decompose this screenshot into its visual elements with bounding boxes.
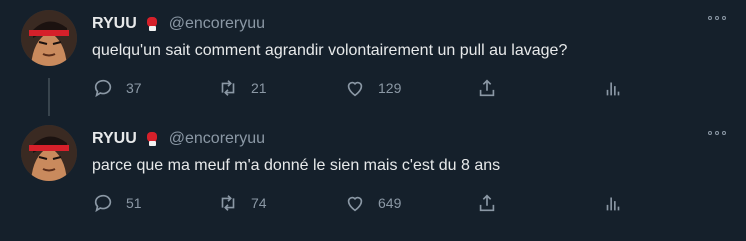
retweet-count: 74 [251, 195, 267, 211]
share-button[interactable] [476, 191, 498, 215]
tweet-actions: 51 74 649 [92, 191, 632, 215]
retweet-count: 21 [251, 80, 267, 96]
stats-button[interactable] [602, 76, 624, 100]
avatar[interactable] [21, 10, 77, 66]
retweet-icon [221, 195, 235, 211]
like-count: 649 [378, 195, 402, 211]
reply-icon [94, 194, 112, 213]
share-icon [479, 194, 495, 212]
like-button[interactable]: 649 [344, 191, 401, 215]
like-count: 129 [378, 80, 402, 96]
retweet-button[interactable]: 21 [217, 76, 267, 100]
tweet-actions: 37 21 129 [92, 76, 632, 100]
boxing-glove-icon [146, 132, 157, 146]
reply-count: 51 [126, 195, 142, 211]
share-icon [479, 79, 495, 97]
tweet-text: quelqu'un sait comment agrandir volontai… [92, 42, 568, 59]
stats-button[interactable] [602, 191, 624, 215]
tweet-text: parce que ma meuf m'a donné le sien mais… [92, 157, 501, 174]
avatar[interactable] [21, 125, 77, 181]
reply-icon [94, 79, 112, 98]
avatar-image [21, 125, 77, 181]
tweet-header: RYUU @encoreryuu [92, 127, 265, 151]
more-icon[interactable] [708, 131, 726, 135]
reply-count: 37 [126, 80, 142, 96]
avatar-image [21, 10, 77, 66]
share-button[interactable] [476, 76, 498, 100]
display-name[interactable]: RYUU [92, 15, 137, 33]
like-icon [347, 196, 363, 212]
display-name[interactable]: RYUU [92, 130, 137, 148]
reply-button[interactable]: 51 [92, 191, 142, 215]
thread-line [48, 78, 50, 116]
like-icon [347, 81, 363, 97]
reply-button[interactable]: 37 [92, 76, 142, 100]
username[interactable]: @encoreryuu [169, 15, 265, 33]
tweet[interactable]: RYUU @encoreryuu quelqu'un sait comment … [0, 0, 746, 116]
like-button[interactable]: 129 [344, 76, 401, 100]
retweet-icon [221, 80, 235, 96]
retweet-button[interactable]: 74 [217, 191, 267, 215]
tweet-header: RYUU @encoreryuu [92, 12, 265, 36]
username[interactable]: @encoreryuu [169, 130, 265, 148]
tweet[interactable]: RYUU @encoreryuu parce que ma meuf m'a d… [0, 115, 746, 241]
stats-icon [606, 82, 620, 96]
more-icon[interactable] [708, 16, 726, 20]
boxing-glove-icon [146, 17, 157, 31]
stats-icon [606, 197, 620, 211]
